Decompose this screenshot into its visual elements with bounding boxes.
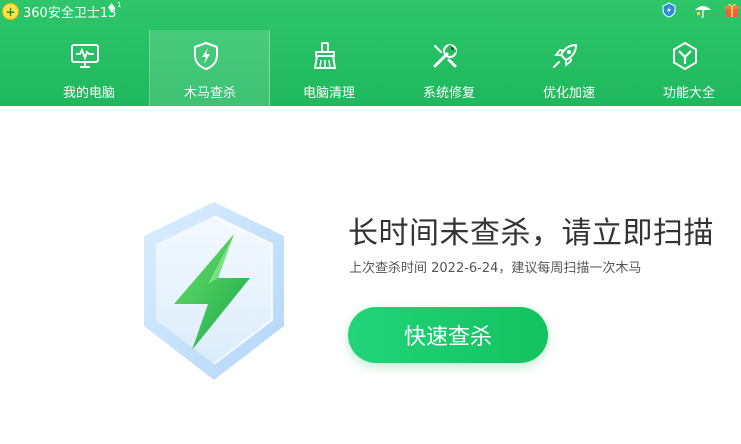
header-bar: + 360安全卫士13 1 我的电脑 木马查杀 电脑清理 系统修复 优化加速 功…: [0, 0, 741, 106]
app-logo-icon: +: [2, 3, 19, 20]
version-badge: 1: [117, 1, 122, 9]
shield-lightning-icon: [194, 41, 218, 71]
nav-label-cleanup: 电脑清理: [302, 86, 355, 101]
broom-icon: [313, 42, 337, 69]
hexagon-y-icon: [673, 41, 697, 71]
nav-item-my-computer[interactable]: 我的电脑: [29, 30, 149, 106]
umbrella-icon[interactable]: [694, 2, 712, 18]
nav-item-optimize[interactable]: 优化加速: [509, 30, 629, 106]
nav-item-trojan-scan[interactable]: 木马查杀: [150, 30, 270, 106]
nav-label-all-features: 功能大全: [662, 86, 715, 101]
diamond-icon[interactable]: [107, 2, 116, 13]
nav-item-system-repair[interactable]: 系统修复: [389, 30, 509, 106]
quick-scan-button[interactable]: 快速查杀: [348, 307, 548, 363]
wrench-icon: [433, 44, 457, 68]
scan-warning-heading: 长时间未查杀，请立即扫描: [348, 216, 714, 251]
app-title: 360安全卫士13: [23, 6, 117, 21]
title-bar: + 360安全卫士13 1: [0, 0, 741, 22]
shield-status-icon[interactable]: [661, 2, 677, 18]
nav-label-system-repair: 系统修复: [422, 86, 475, 101]
nav-label-trojan-scan: 木马查杀: [183, 86, 236, 101]
rocket-icon: [553, 43, 578, 68]
nav-item-all-features[interactable]: 功能大全: [629, 30, 741, 106]
nav-label-optimize: 优化加速: [542, 86, 595, 101]
scan-panel: 长时间未查杀，请立即扫描 上次查杀时间 2022-6-24，建议每周扫描一次木马…: [0, 106, 741, 444]
app-brand: + 360安全卫士13: [2, 2, 116, 21]
gift-icon[interactable]: [724, 2, 740, 18]
shield-graphic: [144, 202, 284, 380]
nav-label-my-computer: 我的电脑: [62, 86, 115, 101]
main-nav: 我的电脑 木马查杀 电脑清理 系统修复 优化加速 功能大全: [0, 30, 741, 106]
nav-item-cleanup[interactable]: 电脑清理: [269, 30, 389, 106]
last-scan-info: 上次查杀时间 2022-6-24，建议每周扫描一次木马: [349, 261, 642, 276]
monitor-icon: [71, 44, 99, 68]
